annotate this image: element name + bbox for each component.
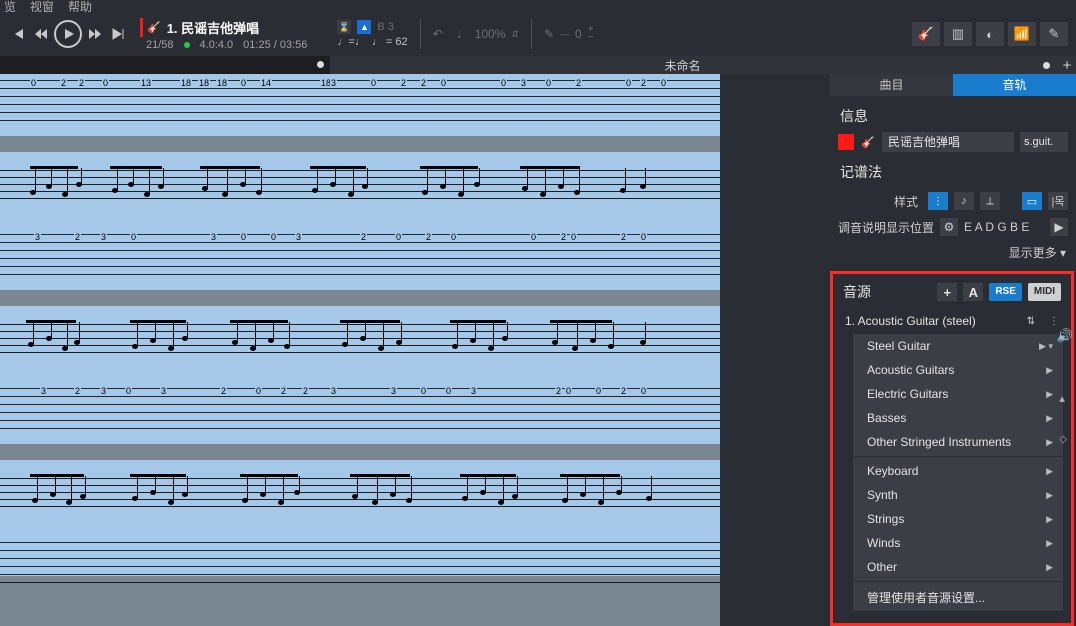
beat-equation: ♩=♩ [337, 36, 365, 48]
doc-strip-left [0, 56, 330, 74]
hourglass-icon[interactable]: ⌛ [337, 20, 351, 34]
style-opt1-button[interactable]: ▭ [1022, 192, 1042, 210]
zoom-level[interactable]: 100% [475, 27, 506, 41]
rewind-button[interactable] [31, 24, 51, 44]
style-tab-button[interactable]: ⟂ [980, 192, 1000, 210]
play-button[interactable] [54, 20, 82, 48]
dd-item-other[interactable]: Other▶ [853, 555, 1063, 579]
scroll-up-icon[interactable]: ▲ [1057, 394, 1067, 405]
keyboard-icon[interactable]: ▥ [944, 22, 972, 46]
metronome-icon[interactable]: ▲ [357, 20, 371, 34]
tuning-play-button[interactable]: ▶ [1050, 218, 1068, 236]
source-selected[interactable]: 1. Acoustic Guitar (steel) [845, 314, 1021, 328]
source-menu-icon[interactable]: ⋮ [1049, 316, 1059, 327]
dd-item-manage[interactable]: 管理使用者音源设置... [853, 584, 1063, 611]
dd-item-steel-guitar[interactable]: Steel Guitar▶ ▾ [853, 334, 1063, 358]
track-name-field[interactable]: 民谣吉他弹唱 [882, 132, 1014, 152]
capo-label: B 3 [377, 21, 394, 33]
forward-button[interactable] [85, 24, 105, 44]
mixer-icon[interactable]: ✎ [1040, 22, 1068, 46]
goto-end-button[interactable] [108, 24, 128, 44]
rse-badge[interactable]: RSE [989, 283, 1022, 301]
edit-tool-icon[interactable]: ✎ [544, 27, 554, 41]
tuning-string: E A D G B E [964, 220, 1029, 234]
drums-icon[interactable]: ◐ [976, 22, 1004, 46]
auto-source-button[interactable]: A [963, 283, 983, 301]
bpm-label: ♩ = 62 [372, 36, 408, 48]
dd-item-basses[interactable]: Basses▶ [853, 406, 1063, 430]
signal-icon[interactable]: 📶 [1008, 22, 1036, 46]
style-label: 样式 [894, 193, 918, 210]
fretboard-icon[interactable]: 🎸 [912, 22, 940, 46]
source-header: 音源 [843, 282, 931, 302]
zoom-arrows[interactable]: ⇵ [511, 29, 519, 40]
time-signature: 4.0:4.0 [200, 39, 234, 51]
status-dot [184, 42, 190, 48]
mid-gutter [720, 74, 830, 626]
midi-badge[interactable]: MIDI [1028, 283, 1061, 301]
doc-dot [1043, 62, 1050, 69]
dd-item-synth[interactable]: Synth▶ [853, 483, 1063, 507]
style-slash-button[interactable]: ⵗ [928, 192, 948, 210]
volume-icon[interactable]: 🔊 [1057, 328, 1073, 344]
guitar-icon: 🎸 [860, 134, 876, 150]
tab-tracklist[interactable]: 曲目 [830, 74, 953, 96]
info-header: 信息 [830, 96, 1076, 132]
scroll-stepper-icon[interactable]: ◇ [1059, 434, 1067, 445]
show-more-button[interactable]: 显示更多 ▾ [830, 240, 1076, 265]
dd-item-keyboard[interactable]: Keyboard▶ [853, 459, 1063, 483]
dd-item-strings[interactable]: Strings▶ [853, 507, 1063, 531]
plus-minus-icon[interactable]: +− [588, 26, 594, 42]
time-position: 01:25 / 03:56 [243, 39, 307, 51]
track-title: 1. 民谣吉他弹唱 [167, 18, 259, 37]
note-duration-icon[interactable]: ♩ [457, 27, 469, 41]
bar-counter: 21/58 [146, 39, 174, 51]
zero-label: 0 [575, 27, 582, 41]
add-source-button[interactable]: + [937, 283, 957, 301]
guitar-icon: 🎸 [147, 21, 161, 34]
tab-track[interactable]: 音轨 [953, 74, 1076, 96]
notation-header: 记谱法 [830, 152, 1076, 188]
style-opt2-button[interactable]: |목 [1048, 192, 1068, 210]
style-standard-button[interactable]: ♪ [954, 192, 974, 210]
dd-item-acoustic-guitars[interactable]: Acoustic Guitars▶ [853, 358, 1063, 382]
instrument-dropdown: Steel Guitar▶ ▾ Acoustic Guitars▶ Electr… [853, 334, 1063, 611]
tuning-settings-button[interactable]: ⚙ [940, 218, 958, 236]
add-doc-button[interactable]: + [1058, 57, 1076, 74]
dd-item-other-stringed[interactable]: Other Stringed Instruments▶ [853, 430, 1063, 454]
goto-start-button[interactable] [8, 24, 28, 44]
sound-source-panel: 音源 + A RSE MIDI 1. Acoustic Guitar (stee… [830, 271, 1074, 626]
document-title: 未命名 [330, 57, 1035, 74]
dd-item-electric-guitars[interactable]: Electric Guitars▶ [853, 382, 1063, 406]
dd-item-winds[interactable]: Winds▶ [853, 531, 1063, 555]
score-canvas[interactable]: 0220 13181818 014183 0220 0302 020 [0, 74, 720, 626]
track-abbr-field[interactable]: s.guit. [1020, 132, 1068, 152]
track-color-swatch[interactable] [838, 134, 854, 150]
source-updown-icon[interactable]: ⇅ [1027, 316, 1035, 327]
tuning-label: 调音说明显示位置 [838, 219, 934, 236]
undo-icon[interactable]: ↶ [433, 27, 443, 41]
